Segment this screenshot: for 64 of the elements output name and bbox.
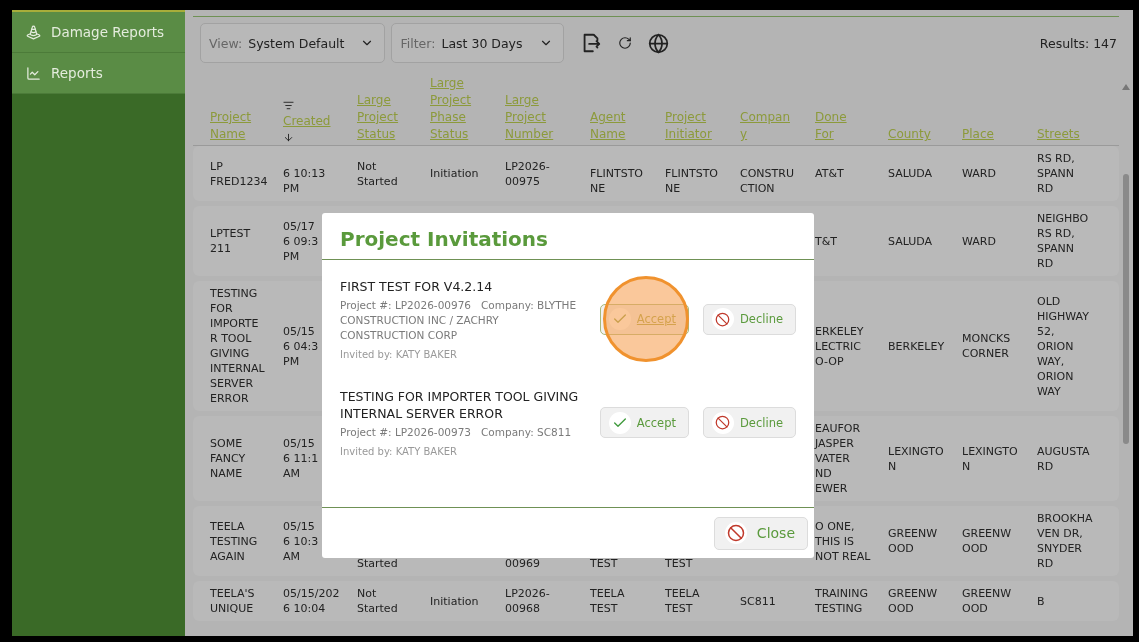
table-cell: 05/15 6 11:1 AM <box>283 436 319 481</box>
table-cell: AUGUSTA RD <box>1037 443 1090 474</box>
table-cell: TEELA'S UNIQUE <box>210 586 255 616</box>
table-cell: 00969 <box>505 556 540 571</box>
results-count: Results: 147 <box>1039 35 1118 51</box>
table-cell: LP2026- 00975 <box>505 158 550 189</box>
table-cell: LPTEST 211 <box>210 226 251 256</box>
table-cell: WARD <box>962 166 996 181</box>
table-cell: TEELA TESTING AGAIN <box>210 518 258 564</box>
filter-value: Last 30 Days <box>441 35 523 51</box>
table-cell: SALUDA <box>888 166 933 181</box>
table-cell: GREENW OOD <box>888 586 938 616</box>
invitation-title: TESTING FOR IMPORTER TOOL GIVING INTERNAL SERVER ERROR <box>340 388 580 422</box>
table-cell: MONCKS CORNER <box>962 331 1011 361</box>
table-cell: FLINTSTO NE <box>665 166 718 196</box>
table-cell: Not Started <box>357 158 398 189</box>
table-cell: OLD HIGHWAY 52, ORION WAY, ORION WAY <box>1037 293 1089 399</box>
table-cell: RS RD, SPANN RD <box>1037 151 1075 196</box>
table-cell: O ONE, THIS IS NOT REAL <box>815 518 871 564</box>
table-cell: Initiation <box>430 593 479 609</box>
view-value: System Default <box>248 35 345 51</box>
table-cell: TESTING FOR IMPORTE R TOOL GIVING INTERNAL SERVER ERROR <box>210 286 265 406</box>
view-label: View: <box>209 35 243 51</box>
invited-by: Invited by: KATY BAKER <box>340 446 459 457</box>
table-cell: TEELA TEST <box>590 586 625 616</box>
table-cell: SC811 <box>740 593 776 609</box>
table-cell: 6 10:13 PM <box>283 166 326 196</box>
table-cell: NEIGHBO RS RD, SPANN RD <box>1037 211 1089 271</box>
table-cell: TEELA TEST <box>665 586 700 616</box>
invitation-details: Project #: LP2026-00973 Company: SC811 <box>340 425 573 440</box>
table-cell: EAUFOR JASPER VATER ND EWER <box>815 421 861 496</box>
invitation-details: Project #: LP2026-00976 Company: BLYTHE CONSTRUCTION INC / ZACHRY CONSTRUCTION CORP <box>340 298 578 343</box>
table-cell: 05/15 6 10:3 AM <box>283 518 319 564</box>
table-cell: BERKELEY <box>888 338 945 354</box>
table-cell: LP FRED1234 <box>210 158 268 189</box>
table-cell: SOME FANCY NAME <box>210 436 246 481</box>
table-cell: T&T <box>815 233 838 249</box>
table-cell: SALUDA <box>888 233 933 249</box>
table-cell: CONSTRU CTION <box>740 166 794 196</box>
table-cell: B <box>1037 593 1045 609</box>
invitation-title: FIRST TEST FOR V4.2.14 <box>340 278 494 295</box>
table-cell: LEXINGTO N <box>962 443 1018 474</box>
table-cell: GREENW OOD <box>962 526 1012 556</box>
invited-by: Invited by: KATY BAKER <box>340 349 459 360</box>
table-cell: GREENW OOD <box>888 526 938 556</box>
table-cell: TEST <box>665 556 693 571</box>
table-cell: WARD <box>962 233 996 249</box>
table-cell: TEST <box>590 556 618 571</box>
table-cell: Started <box>357 556 398 571</box>
table-cell: LP2026- 00968 <box>505 586 550 616</box>
table-cell: FLINTSTO NE <box>590 166 643 196</box>
table-cell: TRAINING TESTING <box>815 586 868 616</box>
table-cell: GREENW OOD <box>962 586 1012 616</box>
table-cell: ERKELEY LECTRIC O-OP <box>815 323 864 369</box>
table-cell: 05/15/202 6 10:04 <box>283 586 340 616</box>
table-cell: 05/15 6 04:3 PM <box>283 323 319 369</box>
dialog-title: Project Invitations <box>322 213 814 260</box>
table-cell: Not Started <box>357 586 398 616</box>
table-cell: Initiation <box>430 166 479 181</box>
filter-label: Filter: <box>400 35 436 51</box>
table-cell: BROOKHA VEN DR, SNYDER RD <box>1037 511 1093 571</box>
table-cell: LEXINGTO N <box>888 443 944 474</box>
table-cell: AT&T <box>815 166 844 181</box>
table-cell: 05/17 6 09:3 PM <box>283 218 319 264</box>
